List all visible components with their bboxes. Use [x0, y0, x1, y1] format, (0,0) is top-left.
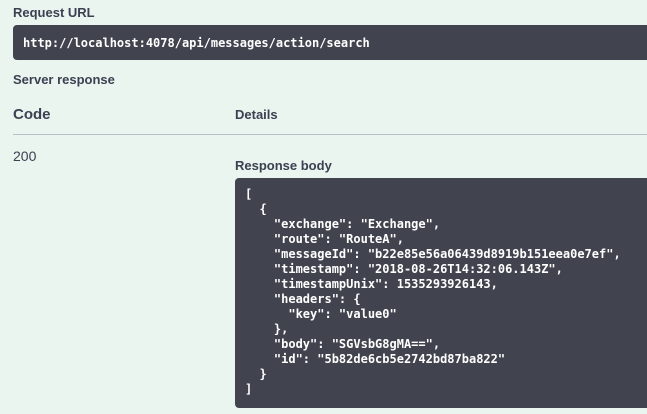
response-status-code: 200	[13, 148, 37, 164]
request-url-value[interactable]: http://localhost:4078/api/messages/actio…	[13, 25, 647, 60]
details-column-header: Details	[235, 107, 278, 122]
code-column-header: Code	[13, 106, 51, 123]
response-body-heading: Response body	[235, 158, 332, 173]
server-response-heading: Server response	[13, 72, 115, 87]
table-header-divider	[13, 134, 647, 135]
response-body-block[interactable]: [ { "exchange": "Exchange", "route": "Ro…	[235, 178, 647, 408]
request-url-heading: Request URL	[13, 5, 95, 20]
response-body-json[interactable]: [ { "exchange": "Exchange", "route": "Ro…	[245, 187, 645, 397]
